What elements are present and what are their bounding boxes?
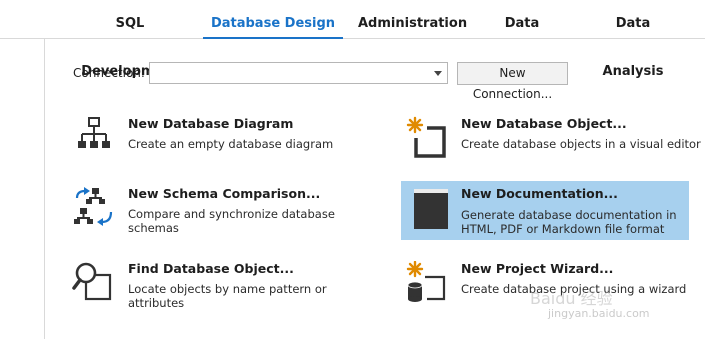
item-title: New Database Object... — [461, 116, 627, 131]
item-description: Create an empty database diagram — [128, 137, 334, 151]
item-description: Generate database documentation in HTML,… — [461, 208, 677, 236]
find-database-object-item[interactable]: Find Database Object... Locate objects b… — [72, 261, 360, 321]
tab-administration[interactable]: Administration — [358, 0, 467, 38]
new-documentation-item[interactable]: New Documentation... Generate database d… — [401, 181, 689, 240]
tab-data-analysis[interactable]: Data Analysis — [588, 0, 678, 79]
connection-label: Connection: — [73, 66, 145, 80]
new-database-object-item[interactable]: New Database Object... Create database o… — [405, 116, 701, 176]
left-divider — [44, 39, 45, 339]
item-description: Create database objects in a visual edit… — [461, 137, 701, 151]
tab-bar: SQL Development Database Design Administ… — [0, 0, 705, 79]
project-wizard-icon — [406, 261, 446, 302]
new-database-diagram-item[interactable]: New Database Diagram Create an empty dat… — [72, 116, 360, 176]
documentation-icon — [414, 189, 448, 229]
tab-sql-development[interactable]: SQL Development — [73, 0, 187, 79]
item-title: New Documentation... — [461, 186, 618, 201]
find-icon — [72, 262, 112, 301]
new-schema-comparison-item[interactable]: New Schema Comparison... Compare and syn… — [72, 186, 360, 246]
tab-database-design[interactable]: Database Design — [203, 0, 343, 39]
item-description: Compare and synchronize database schemas — [128, 207, 335, 235]
new-object-icon — [406, 116, 446, 158]
item-title: New Schema Comparison... — [128, 186, 321, 201]
tab-data-pump[interactable]: Data Pump — [486, 0, 558, 79]
schema-compare-icon — [74, 187, 113, 226]
watermark-logo: Baidu 经验 — [530, 289, 613, 308]
item-title: New Database Diagram — [128, 116, 294, 131]
item-title: Find Database Object... — [128, 261, 294, 276]
connection-select[interactable] — [149, 62, 448, 84]
diagram-icon — [78, 117, 110, 148]
item-description: Locate objects by name pattern or attrib… — [128, 282, 327, 310]
new-connection-button[interactable]: New Connection... — [457, 62, 568, 101]
chevron-down-icon[interactable] — [434, 71, 442, 76]
watermark-url: jingyan.baidu.com — [548, 307, 650, 320]
item-title: New Project Wizard... — [461, 261, 614, 276]
